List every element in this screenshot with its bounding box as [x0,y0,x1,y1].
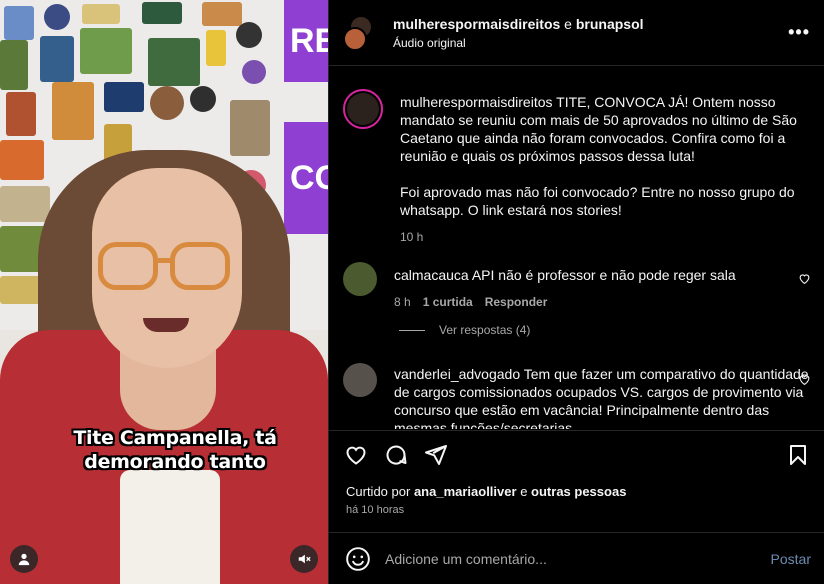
collab-avatars[interactable] [343,14,379,51]
bookmark-icon [790,444,806,465]
comment-item: vanderlei_advogado Tem que fazer um comp… [343,363,811,429]
person-shirt [120,470,220,584]
view-replies-label: Ver respostas (4) [439,323,531,337]
share-button[interactable] [423,442,449,468]
caption-username[interactable]: mulherespormaisdireitos [400,94,553,110]
avatar [343,26,367,51]
wall-sign-mid: CO [284,122,328,234]
send-icon [425,444,447,465]
user-icon [18,553,30,566]
commenter-avatar[interactable] [343,262,377,296]
likes-summary: Curtido por ana_mariaolliver e outras pe… [346,484,626,499]
like-comment-icon[interactable] [798,373,811,386]
comment-icon [386,445,407,464]
like-button[interactable] [343,442,369,468]
comment-button[interactable] [383,442,409,468]
view-replies-button[interactable]: Ver respostas (4) [399,323,530,337]
comment-likes[interactable]: 1 curtida [423,293,473,311]
collab-joiner: e [564,15,572,32]
glasses-left [98,242,158,290]
mute-button[interactable] [290,545,318,573]
comment-input[interactable] [385,550,771,567]
comment-item: calmacauca API não é professor e não pod… [343,262,811,311]
likes-prefix: Curtido por [346,484,411,499]
glasses-bridge [158,258,172,263]
author-username[interactable]: mulherespormaisdireitos [393,16,560,32]
collab-username[interactable]: brunapsol [576,16,644,32]
caption-time: 10 h [400,230,424,244]
post-timestamp: há 10 horas [346,504,405,516]
comment-username[interactable]: vanderlei_advogado [394,366,520,382]
replies-divider [399,329,425,331]
post-caption: mulherespormaisdireitos TITE, CONVOCA JÁ… [343,89,811,246]
audio-link[interactable]: Áudio original [393,36,788,50]
person-mouth [143,318,189,332]
comment-text: API não é professor e não pode reger sal… [471,267,736,283]
author-avatar[interactable] [343,89,383,129]
comment-username[interactable]: calmacauca [394,267,469,283]
emoji-icon[interactable] [345,546,371,572]
comments-list[interactable]: mulherespormaisdireitos TITE, CONVOCA JÁ… [329,67,824,429]
more-options-button[interactable]: ••• [788,22,810,43]
glasses-right [170,242,230,290]
commenter-avatar[interactable] [343,363,377,397]
like-comment-icon[interactable] [798,272,811,285]
likes-others-link[interactable]: outras pessoas [531,484,626,499]
comment-time: 8 h [394,295,411,309]
caption-line-1: Tite Campanella, tá [73,427,277,449]
save-button[interactable] [785,442,811,468]
caption-text: TITE, CONVOCA JÁ! Ontem nosso mandato se… [400,94,797,218]
wall-sign-top: RE [284,0,328,82]
video-caption: Tite Campanella, tá demorando tanto [60,426,290,474]
action-bar [329,430,824,478]
post-comment-button[interactable]: Postar [771,551,811,567]
speaker-muted-icon [298,554,311,564]
liked-by-user[interactable]: ana_mariaolliver [414,484,517,499]
add-comment-bar: Postar [329,532,824,584]
likes-joiner: e [520,484,528,499]
post-header: mulherespormaisdireitos e brunapsol Áudi… [329,0,824,66]
caption-line-2: demorando tanto [84,451,266,473]
tagged-users-button[interactable] [10,545,38,573]
heart-icon [346,446,366,465]
post-details-panel: mulherespormaisdireitos e brunapsol Áudi… [328,0,824,584]
video-player[interactable]: RE CO Tite Campanella, tá demorando tant… [0,0,328,584]
reply-button[interactable]: Responder [485,293,548,311]
